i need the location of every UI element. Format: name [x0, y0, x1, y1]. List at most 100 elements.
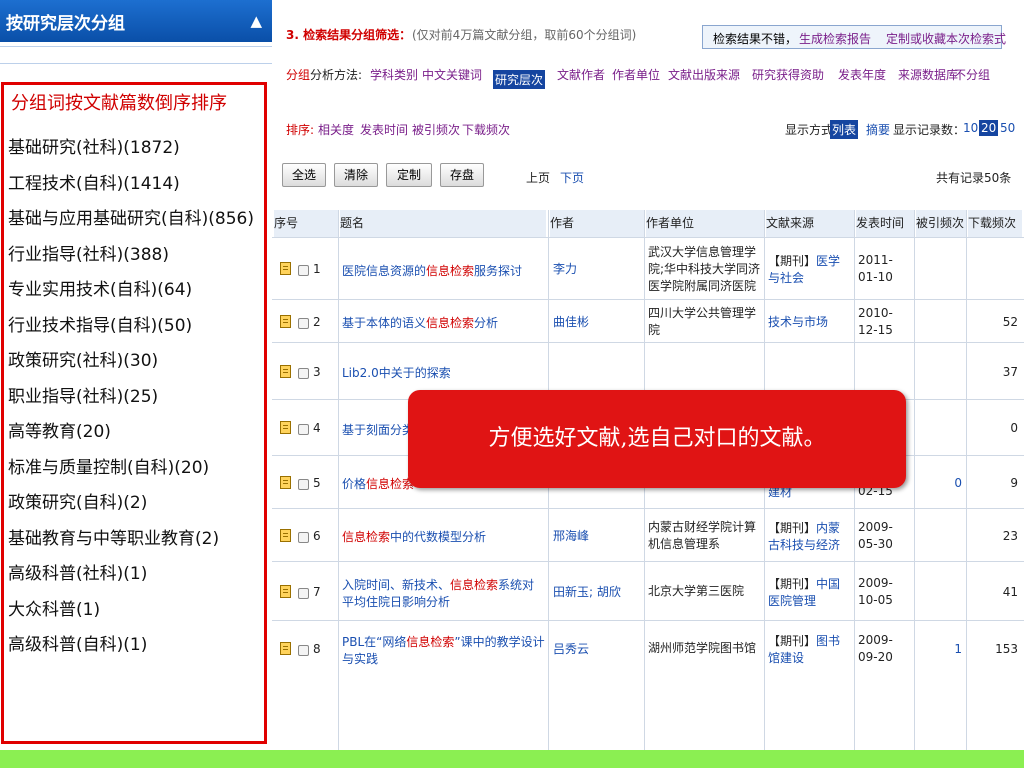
display-list-button[interactable]: 列表 [830, 120, 859, 139]
row-checkbox[interactable] [298, 478, 309, 490]
row-checkbox[interactable] [298, 317, 309, 329]
annotation-callout: 方便选好文献,选自己对口的文献。 [408, 390, 906, 488]
document-icon[interactable] [280, 584, 291, 598]
group-category-item[interactable]: 政策研究(自科)(2) [8, 488, 147, 513]
table-row: 1 医院信息资源的信息检索服务探讨 李力 武汉大学信息管理学院;华中科技大学同济医学院… [272, 237, 1024, 300]
row-checkbox[interactable] [298, 644, 309, 656]
group-method-option[interactable]: 作者单位 [612, 66, 660, 83]
group-method-option[interactable]: 不分组 [954, 66, 990, 83]
generate-report-link[interactable]: 生成检索报告 [799, 30, 871, 47]
records-option[interactable]: 20 [979, 120, 999, 136]
group-category-item[interactable]: 基础与应用基础研究(自科)(856) [8, 204, 254, 229]
row-author-link[interactable]: 吕秀云 [553, 641, 643, 658]
group-category-item[interactable]: 大众科普(1) [8, 595, 100, 620]
document-icon[interactable] [280, 641, 291, 655]
title-prefix: 医院信息资源的 [342, 263, 427, 278]
group-method-option[interactable]: 中文关键词 [422, 66, 482, 83]
group-list-highlight-box: 分组词按文献篇数倒序排序 基础研究(社科)(1872) 工程技术(自科)(1414… [1, 82, 267, 744]
row-checkbox[interactable] [298, 367, 309, 379]
row-checkbox[interactable] [298, 424, 309, 435]
title-prefix: PBL在“网络 [342, 634, 407, 649]
row-source: 【期刊】内蒙古科技与经济 [768, 519, 852, 555]
group-category-item[interactable]: 高级科普(自科)(1) [8, 630, 147, 655]
title-keyword-highlight: 信息检索 [366, 477, 415, 491]
document-icon[interactable] [280, 421, 291, 434]
row-author-link[interactable]: 邢海峰 [553, 528, 643, 545]
sort-option[interactable]: 发表时间 [360, 121, 408, 138]
row-publish-date: 2011-01-10 [858, 253, 893, 284]
prev-page-link[interactable]: 上页 [526, 169, 550, 186]
table-header-cell: 作者单位 [646, 210, 764, 237]
sort-option[interactable]: 被引频次 [412, 121, 460, 138]
total-records: 共有记录50条 [936, 171, 1012, 185]
row-checkbox[interactable] [298, 587, 309, 599]
row-source-text: 【期刊】内蒙古科技与经济 [768, 520, 852, 554]
group-method-option[interactable]: 文献作者 [557, 66, 605, 83]
group-category-item[interactable]: 基础研究(社科)(1872) [8, 133, 180, 158]
document-icon[interactable] [280, 364, 291, 378]
group-method-label: 分析方法: [310, 68, 363, 82]
group-category-item[interactable]: 职业指导(社科)(25) [8, 382, 158, 407]
customize-button[interactable]: 定制 [386, 163, 432, 187]
sort-option[interactable]: 下载频次 [462, 121, 510, 138]
row-title-text: 基于刻面分类 [342, 422, 414, 439]
title-keyword-highlight: 信息检索 [406, 634, 455, 649]
table-header-cell: 发表时间 [856, 210, 914, 237]
row-author-link[interactable]: 李力 [553, 261, 643, 278]
group-method-option[interactable]: 发表年度 [838, 66, 886, 83]
row-source: 【期刊】中国医院管理 [768, 575, 852, 611]
group-category-item[interactable]: 行业指导(社科)(388) [8, 240, 169, 265]
document-icon[interactable] [280, 475, 291, 489]
row-title-link[interactable]: PBL在“网络信息检索”课中的教学设计与实践 [342, 633, 546, 669]
row-title-link[interactable]: Lib2.0中关于的探索 [342, 356, 546, 392]
row-title-text: 信息检索中的代数模型分析 [342, 529, 486, 546]
row-title-link[interactable]: 基于本体的语义信息检索分析 [342, 306, 546, 342]
row-title-text: 医院信息资源的信息检索服务探讨 [342, 263, 522, 280]
row-checkbox[interactable] [298, 531, 309, 543]
records-per-page-label: 显示记录数： [893, 123, 966, 137]
select-all-button[interactable]: 全选 [282, 163, 326, 187]
sort-label: 排序: [286, 123, 315, 137]
group-method-option[interactable]: 来源数据库 [898, 66, 958, 83]
group-category-item[interactable]: 基础教育与中等职业教育(2) [8, 524, 219, 549]
group-category-item[interactable]: 政策研究(社科)(30) [8, 346, 158, 371]
document-icon[interactable] [280, 528, 291, 542]
save-search-link[interactable]: 定制或收藏本次检索式 [886, 30, 1006, 47]
group-category-item[interactable]: 专业实用技术(自科)(64) [8, 275, 192, 300]
save-button[interactable]: 存盘 [440, 163, 484, 187]
group-method-option[interactable]: 研究获得资助 [752, 66, 824, 83]
display-summary-link[interactable]: 摘要 [866, 121, 890, 138]
group-method-option[interactable]: 文献出版来源 [668, 66, 740, 83]
row-author-link[interactable]: 曲佳彬 [553, 314, 643, 331]
records-option[interactable]: 10 [963, 121, 978, 135]
row-number: 4 [313, 421, 321, 435]
group-category-item[interactable]: 高等教育(20) [8, 417, 111, 442]
document-icon[interactable] [280, 314, 291, 328]
group-category-item[interactable]: 工程技术(自科)(1414) [8, 169, 180, 194]
group-method-option[interactable]: 研究层次 [493, 70, 546, 89]
clear-button[interactable]: 清除 [334, 163, 378, 187]
row-title-link[interactable]: 入院时间、新技术、信息检索系统对平均住院日影响分析 [342, 576, 546, 612]
row-title-link[interactable]: 医院信息资源的信息检索服务探讨 [342, 253, 546, 289]
row-cited-count[interactable]: 0 [916, 475, 962, 492]
row-title-text: Lib2.0中关于的探索 [342, 365, 451, 382]
group-category-item[interactable]: 行业技术指导(自科)(50) [8, 311, 192, 336]
group-panel-header[interactable]: 按研究层次分组 ▲ [0, 0, 272, 42]
records-option[interactable]: 50 [1000, 121, 1015, 135]
collapse-arrow-icon[interactable]: ▲ [250, 12, 262, 30]
group-category-item[interactable]: 高级科普(社科)(1) [8, 559, 147, 584]
group-method-option[interactable]: 学科类别 [370, 66, 418, 83]
title-suffix: 中的代数模型分析 [390, 530, 487, 544]
title-keyword-highlight: 信息检索 [342, 530, 391, 544]
title-keyword-highlight: 信息检索 [426, 316, 475, 330]
source-journal-link[interactable]: 技术与市场 [768, 315, 828, 329]
sort-option[interactable]: 相关度 [318, 121, 354, 138]
document-icon[interactable] [280, 262, 291, 275]
row-cited-count[interactable]: 1 [916, 641, 962, 658]
group-category-item[interactable]: 标准与质量控制(自科)(20) [8, 453, 209, 478]
next-page-link[interactable]: 下页 [560, 169, 584, 186]
table-row: 8 PBL在“网络信息检索”课中的教学设计与实践 吕秀云 湖州师范学院图书馆 【期刊】图… [272, 620, 1024, 676]
row-title-link[interactable]: 信息检索中的代数模型分析 [342, 520, 546, 556]
row-author-link[interactable]: 田新玉; 胡欣 [553, 584, 643, 601]
row-checkbox[interactable] [298, 265, 309, 276]
